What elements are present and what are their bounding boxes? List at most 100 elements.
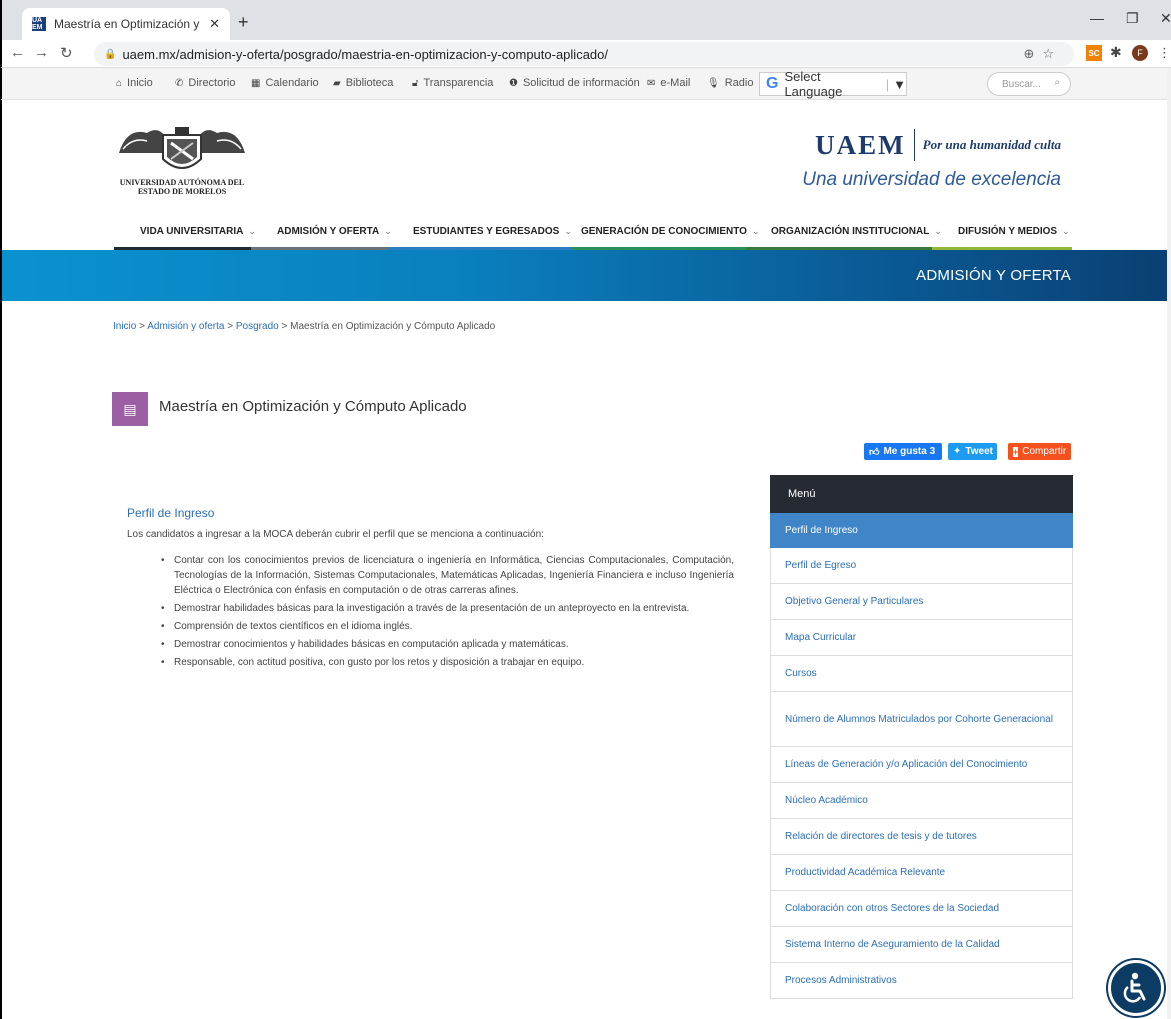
side-item-perfil-ingreso[interactable]: Perfil de Ingreso [770,513,1073,548]
brand-block: UAEM Por una humanidad culta Una universi… [802,129,1061,191]
back-icon[interactable]: ← [10,44,25,61]
side-menu-header: Menú [770,475,1073,513]
breadcrumb-inicio[interactable]: Inicio [113,321,136,332]
list-item: Demostrar conocimientos y habilidades bá… [161,637,734,652]
browser-tab-bar: UA EM Maestría en Optimización y Cóm ✕ +… [0,0,1171,40]
zoom-icon[interactable]: ⊕ [1023,46,1042,61]
util-link-directorio[interactable]: ✆ Directorio [175,77,235,89]
breadcrumb-current: Maestría en Optimización y Cómputo Aplic… [290,321,496,332]
restore-icon[interactable]: ❐ [1126,10,1139,27]
lock-icon: 🔒 [104,48,117,60]
unlock-icon: 🔓︎ [412,78,419,89]
util-link-solicitud[interactable]: ❶ Solicitud de información [509,77,640,89]
breadcrumb-posgrado[interactable]: Posgrado [236,321,279,332]
url-field[interactable]: 🔒 uaem.mx/admision-y-oferta/posgrado/mae… [94,42,1074,66]
side-item-objetivo[interactable]: Objetivo General y Particulares [770,584,1073,620]
reload-icon[interactable]: ↻ [60,44,73,62]
profile-avatar[interactable]: F [1132,45,1148,61]
chevron-down-icon: ⌄ [1062,226,1070,236]
breadcrumb-admision[interactable]: Admisión y oferta [147,321,224,332]
section-title: Perfil de Ingreso [127,506,215,520]
forward-icon[interactable]: → [34,44,49,61]
side-item-colaboracion[interactable]: Colaboración con otros Sectores de la So… [770,891,1073,927]
calendar-icon: ▦ [251,78,261,89]
util-link-radio[interactable]: 🎙︎ Radio [707,77,753,89]
window-close-icon[interactable]: ✕ [1160,10,1171,27]
minimize-icon[interactable]: — [1090,10,1104,26]
side-item-perfil-egreso[interactable]: Perfil de Egreso [770,548,1073,584]
util-link-email[interactable]: ✉ e-Mail [647,77,690,89]
list-item: Demostrar habilidades básicas para la in… [161,601,734,616]
chevron-down-icon: ⌄ [248,226,256,236]
bookmark-star-icon[interactable]: ☆ [1042,46,1062,61]
brand-tagline: Una universidad de excelencia [802,169,1061,190]
util-link-calendario[interactable]: ▦ Calendario [251,77,319,89]
document-icon: ▤ [112,392,148,426]
search-icon[interactable]: ⌕ [1054,77,1060,88]
mail-icon: ✉ [647,78,656,89]
nav-difusion-y-medios[interactable]: DIFUSIÓN Y MEDIOS ⌄ [958,226,1070,237]
wheelchair-icon [1123,972,1146,1003]
thumbs-up-icon: 👍︎ [869,446,880,458]
microphone-icon: 🎙︎ [707,78,720,89]
nav-generacion-de-conocimiento[interactable]: GENERACIÓN DE CONOCIMIENTO ⌄ [581,226,759,237]
util-link-inicio[interactable]: ⌂ Inicio [116,77,153,89]
accessibility-button[interactable] [1108,960,1164,1016]
phone-icon: ✆ [175,78,184,89]
language-select[interactable]: G Select Language | ▼ [759,69,907,99]
home-icon: ⌂ [116,78,123,89]
nav-organizacion-institucional[interactable]: ORGANIZACIÓN INSTITUCIONAL ⌄ [771,226,942,237]
new-tab-icon[interactable]: + [238,12,249,33]
chevron-down-icon: ⌄ [384,226,392,236]
chevron-down-icon: ⌄ [751,226,760,236]
side-item-cursos[interactable]: Cursos [770,656,1073,692]
nav-admision-y-oferta[interactable]: ADMISIÓN Y OFERTA ⌄ [277,226,392,237]
tab-title: Maestría en Optimización y Cóm [54,17,203,31]
page-scrollbar[interactable] [1167,68,1171,1019]
main-content: Inicio > Admisión y oferta > Posgrado > … [0,301,1171,1019]
book-icon: ▰ [333,78,341,89]
dropdown-arrow-icon: ▼ [893,76,906,92]
browser-menu-icon[interactable]: ⋮ [1158,45,1171,61]
side-item-productividad[interactable]: Productividad Académica Relevante [770,855,1073,891]
side-item-directores-tesis[interactable]: Relación de directores de tesis y de tut… [770,819,1073,855]
side-item-mapa-curricular[interactable]: Mapa Curricular [770,620,1073,656]
nav-vida-universitaria[interactable]: VIDA UNIVERSITARIA ⌄ [140,226,256,237]
extension-sc-icon[interactable]: SC [1086,45,1102,61]
side-item-nucleo-academico[interactable]: Núcleo Académico [770,783,1073,819]
list-item: Comprensión de textos científicos en el … [161,619,734,634]
site-search-input[interactable]: Buscar... ⌕ [987,72,1071,96]
util-link-transparencia[interactable]: 🔓︎ Transparencia [412,77,493,89]
share-plus-icon: + [1013,446,1019,457]
uaem-crest-logo[interactable] [117,123,247,178]
banner-title: ADMISIÓN Y OFERTA [916,267,1071,284]
url-text: uaem.mx/admision-y-oferta/posgrado/maest… [122,46,608,62]
page-title: Maestría en Optimización y Cómputo Aplic… [159,398,467,415]
uaem-favicon-icon: UA EM [32,17,46,31]
tweet-button[interactable]: ✦ Tweet [948,443,997,460]
browser-tab[interactable]: UA EM Maestría en Optimización y Cóm ✕ [22,8,230,40]
brand-uaem: UAEM [815,129,906,160]
side-menu: Menú Perfil de Ingreso Perfil de Egreso … [770,475,1073,999]
main-navigation: VIDA UNIVERSITARIA ⌄ ADMISIÓN Y OFERTA ⌄ E… [2,218,1171,250]
section-banner: ADMISIÓN Y OFERTA [0,250,1171,301]
list-item: Responsable, con actitud positiva, con g… [161,655,734,670]
side-item-aseguramiento-calidad[interactable]: Sistema Interno de Aseguramiento de la C… [770,927,1073,963]
list-item: Contar con los conocimientos previos de … [161,553,734,598]
intro-text: Los candidatos a ingresar a la MOCA debe… [127,529,544,540]
util-link-biblioteca[interactable]: ▰ Biblioteca [333,77,393,89]
side-item-alumnos-matriculados[interactable]: Número de Alumnos Matriculados por Cohor… [770,692,1073,747]
requirements-list: Contar con los conocimientos previos de … [161,553,734,673]
side-item-lineas-generacion[interactable]: Líneas de Generación y/o Aplicación del … [770,747,1073,783]
info-icon: ❶ [509,78,518,89]
compartir-button[interactable]: + Compartir [1008,443,1071,460]
university-name: Universidad Autónoma del Estado de Morel… [119,178,245,196]
extensions-puzzle-icon[interactable]: ✱ [1110,44,1126,60]
facebook-like-button[interactable]: 👍︎ Me gusta 3 [864,443,942,460]
nav-estudiantes-y-egresados[interactable]: ESTUDIANTES Y EGRESADOS ⌄ [413,226,572,237]
site-header: Universidad Autónoma del Estado de Morel… [0,100,1171,250]
google-g-icon: G [766,75,779,92]
address-bar-row: ← → ↻ 🔒 uaem.mx/admision-y-oferta/posgra… [0,40,1171,68]
close-tab-icon[interactable]: ✕ [209,16,220,32]
side-item-procesos-administrativos[interactable]: Procesos Administrativos [770,963,1073,999]
